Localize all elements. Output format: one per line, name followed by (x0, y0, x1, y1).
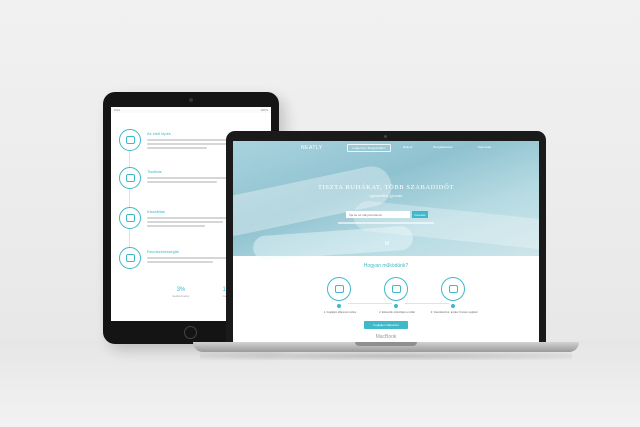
stat-item: 3% kedvezmény (172, 287, 190, 298)
laptop-notch (355, 342, 417, 346)
step-caption: 3. Visszahozzuk, amikor Önnek megfelel (430, 311, 478, 314)
truck-icon (384, 277, 408, 301)
search-button[interactable]: Keresés (412, 211, 428, 218)
laptop-shadow (200, 352, 572, 360)
step-title: Tisztítás (147, 169, 162, 174)
hero-subline: egyszerűen, gyorsan (369, 193, 403, 198)
laptop-brand-label: MacBook (375, 334, 397, 340)
step-caption: 1. Foglaljon időpontot online (323, 311, 357, 314)
step-title: Rendszerességük (147, 249, 180, 254)
hero-section: NEATLY Lépjen be / Regisztráljon Rólunk … (233, 141, 539, 261)
nav-link-contact[interactable]: Kapcsolat (478, 145, 491, 149)
scroll-down-icon[interactable]: M (385, 241, 389, 247)
washing-icon (119, 167, 141, 189)
gift-icon (441, 277, 465, 301)
status-left: iPad (114, 108, 121, 112)
hanger-icon (119, 129, 141, 151)
step-connector (405, 303, 449, 304)
laptop-camera (384, 135, 387, 138)
delivery-icon (119, 207, 141, 229)
top-nav: NEATLY Lépjen be / Regisztráljon Rólunk … (233, 141, 539, 155)
hero-headline: TISZTA RUHÁKAT, TÖBB SZABADIDŐT (318, 184, 454, 191)
status-right: 100% (260, 108, 268, 112)
laptop-screen: NEATLY Lépjen be / Regisztráljon Rólunk … (233, 141, 539, 342)
hero-note (338, 222, 434, 224)
book-appointment-button[interactable]: Foglaljon időpontot (364, 321, 408, 329)
login-button[interactable]: Lépjen be / Regisztráljon (347, 144, 391, 152)
site-logo[interactable]: NEATLY (301, 145, 323, 151)
nav-link-services[interactable]: Szolgáltatások (433, 145, 453, 149)
edit-icon (327, 277, 351, 301)
calendar-icon (119, 247, 141, 269)
laptop-device: NEATLY Lépjen be / Regisztráljon Rólunk … (226, 131, 546, 344)
zip-search-input[interactable] (346, 211, 410, 218)
step-caption: 2. Elvisszük, kitisztítjuk a ruháit (379, 311, 415, 314)
tablet-home-button[interactable] (184, 326, 197, 339)
nav-link-about[interactable]: Rólunk (403, 145, 412, 149)
tablet-status-bar: iPad 100% (111, 107, 271, 113)
step-title: Az első lépés (147, 131, 171, 136)
step-title: Kiszállítás (147, 209, 166, 214)
how-it-works-title: Hogyan működünk? (363, 263, 409, 269)
tablet-camera (189, 98, 193, 102)
step-connector (348, 303, 392, 304)
